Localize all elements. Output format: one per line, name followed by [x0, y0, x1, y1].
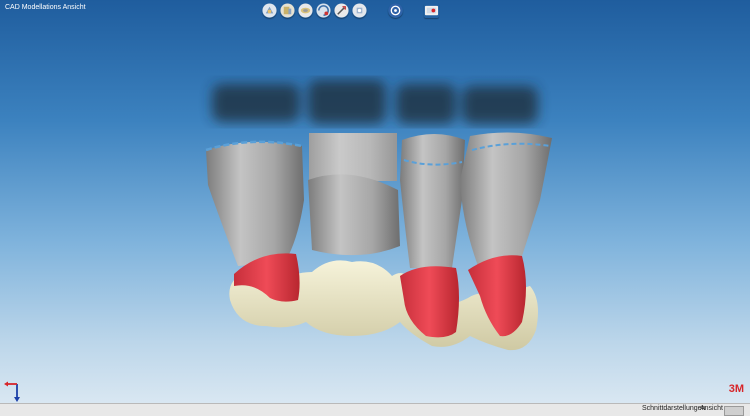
- axis-orientation-icon: [3, 378, 25, 402]
- view-menu-button[interactable]: Ansicht: [700, 405, 723, 412]
- dental-model-scene[interactable]: [0, 0, 750, 403]
- prepared-tooth-center-right: [400, 134, 465, 268]
- prepared-tooth-left: [205, 140, 304, 266]
- status-bar: Schnittdarstellungen Ansicht: [0, 403, 750, 416]
- section-settings-button[interactable]: Schnittdarstellungen: [642, 405, 705, 412]
- pontic-block: [308, 133, 400, 256]
- 3m-logo: 3M: [728, 383, 744, 395]
- prepared-tooth-right: [460, 132, 552, 266]
- shadow-projection: [212, 80, 538, 124]
